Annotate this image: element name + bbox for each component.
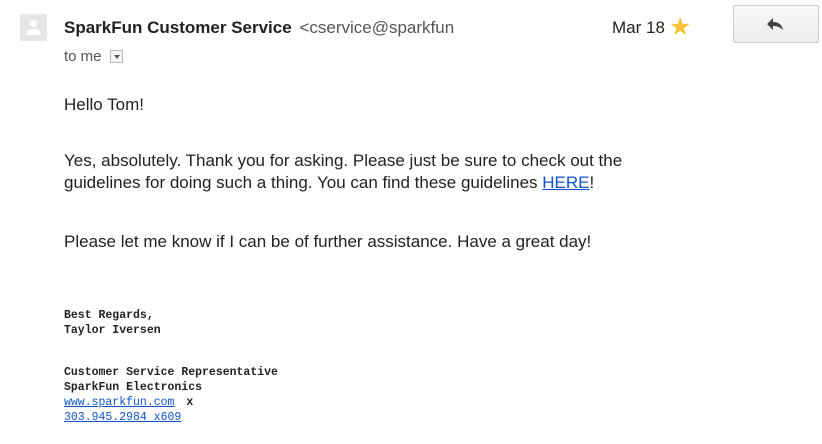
paragraph-1-line-2-text: guidelines for doing such a thing. You c… [64,173,543,192]
recipient-label: to me [64,48,102,65]
paragraph-1-end: ! [589,173,595,192]
signature-closing-block: Best Regards, Taylor Iversen [64,308,161,338]
message-paragraph-2: Please let me know if I can be of furthe… [64,232,592,251]
reply-arrow-icon [767,18,783,30]
reply-button[interactable] [733,5,819,43]
avatar-head-shape [30,20,37,27]
guidelines-link[interactable]: HERE [542,173,589,192]
website-suffix: x [186,396,194,409]
website-link[interactable]: www.sparkfun.com [64,396,174,409]
signature-phone-line: 303.945.2984 x609 [64,410,278,425]
sender-name[interactable]: SparkFun Customer Service [64,18,292,37]
sender-header: SparkFun Customer Service <cservice@spar… [64,18,564,38]
dropdown-caret-icon[interactable] [109,50,123,63]
sender-avatar [20,14,47,41]
signature-details-block: Customer Service Representative SparkFun… [64,365,278,425]
signature-website-line: www.sparkfun.com x [64,395,278,410]
message-paragraph-1: Yes, absolutely. Thank you for asking. P… [64,150,622,194]
message-date[interactable]: Mar 18 [612,18,665,38]
phone-link[interactable]: 303.945.2984 x609 [64,411,181,424]
avatar-shoulders-shape [26,29,41,35]
star-icon[interactable]: ★ [669,14,691,40]
signature-name: Taylor Iversen [64,324,161,337]
paragraph-1-line-1: Yes, absolutely. Thank you for asking. P… [64,151,623,170]
signature-closing: Best Regards, [64,309,154,322]
signature-company: SparkFun Electronics [64,381,203,394]
greeting-text: Hello Tom! [64,95,144,114]
signature-title: Customer Service Representative [64,366,278,379]
sender-email: <cservice@sparkfun [299,18,455,37]
recipient-line: to me [64,48,123,66]
paragraph-1-line-2: guidelines for doing such a thing. You c… [64,172,622,194]
